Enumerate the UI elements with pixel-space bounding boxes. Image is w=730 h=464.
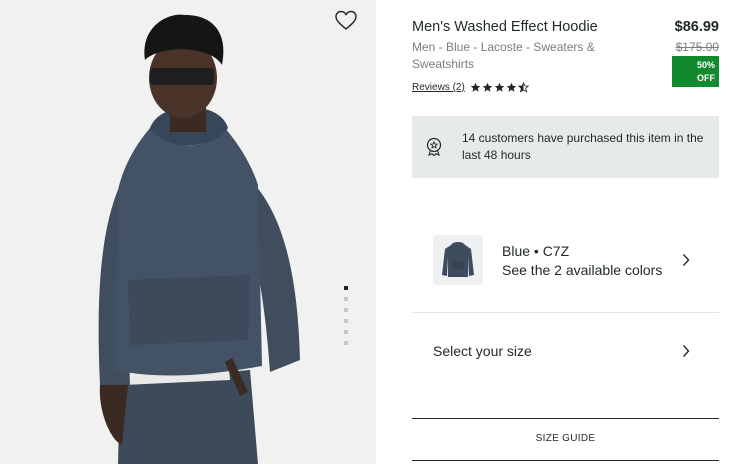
chevron-right-icon [682, 254, 690, 266]
product-photo [0, 0, 376, 464]
original-price: $175.00 [675, 40, 719, 54]
half-star-icon [517, 82, 529, 93]
size-guide-button[interactable]: SIZE GUIDE [412, 418, 719, 461]
hoodie-thumbnail-image [433, 235, 483, 285]
pagination-dot[interactable] [344, 286, 348, 290]
pagination-dot[interactable] [344, 319, 348, 323]
pagination-dot[interactable] [344, 297, 348, 301]
pagination-dot[interactable] [344, 330, 348, 334]
heart-icon [335, 10, 357, 30]
discount-badge: 50% OFF [672, 56, 719, 87]
pagination-dot[interactable] [344, 341, 348, 345]
notice-text: 14 customers have purchased this item in… [462, 131, 704, 162]
star-rating [470, 82, 529, 93]
social-proof-notice: 14 customers have purchased this item in… [412, 116, 719, 178]
product-info-panel: Men's Washed Effect Hoodie Men - Blue - … [412, 0, 719, 464]
star-icon [506, 82, 517, 92]
award-badge-icon [426, 137, 442, 157]
color-selector[interactable]: Blue • C7Z See the 2 available colors [412, 222, 719, 300]
discount-off: OFF [697, 73, 715, 83]
pagination-dot[interactable] [344, 308, 348, 312]
product-image-gallery[interactable] [0, 0, 376, 464]
star-icon [470, 82, 481, 92]
gallery-pagination [344, 286, 348, 352]
product-breadcrumb: Men - Blue - Lacoste - Sweaters & Sweats… [412, 40, 595, 71]
reviews-summary: Reviews (2) [412, 82, 529, 93]
available-colors-text: See the 2 available colors [502, 262, 663, 278]
wishlist-button[interactable] [334, 9, 358, 31]
color-thumbnail [433, 235, 483, 285]
star-icon [494, 82, 505, 92]
current-price: $86.99 [674, 19, 719, 35]
size-selector[interactable]: Select your size [412, 313, 719, 391]
reviews-link[interactable]: Reviews (2) [412, 82, 465, 93]
discount-percent: 50% [696, 60, 715, 70]
selected-color-name: Blue • C7Z [502, 243, 570, 259]
product-title: Men's Washed Effect Hoodie [412, 19, 598, 35]
star-icon [482, 82, 493, 92]
chevron-right-icon [682, 345, 690, 357]
size-selector-label: Select your size [433, 343, 532, 359]
